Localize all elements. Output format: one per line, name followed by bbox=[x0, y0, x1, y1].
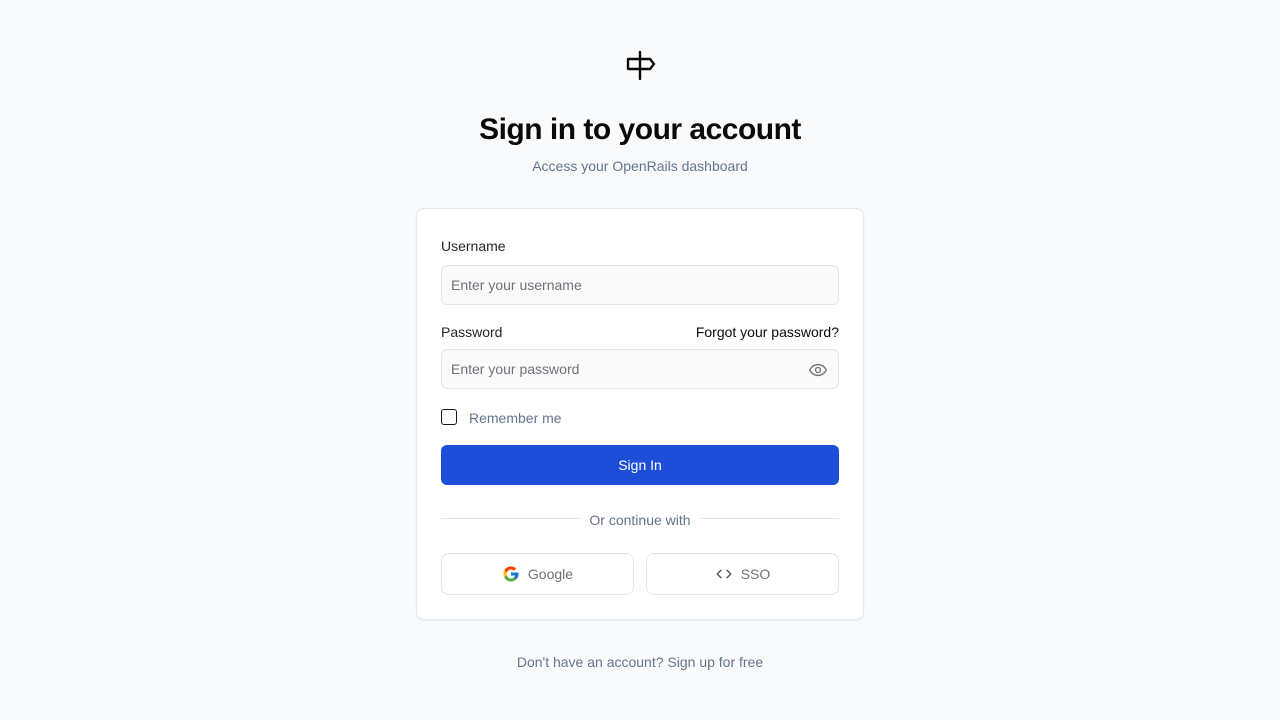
divider-text: Or continue with bbox=[589, 512, 691, 528]
remember-me-label[interactable]: Remember me bbox=[469, 409, 562, 427]
eye-icon[interactable] bbox=[808, 360, 828, 380]
username-label: Username bbox=[441, 238, 506, 254]
signup-prompt: Don't have an account? Sign up for free bbox=[0, 653, 1280, 671]
username-input[interactable] bbox=[441, 265, 839, 305]
page-subtitle: Access your OpenRails dashboard bbox=[532, 158, 748, 174]
code-icon bbox=[716, 569, 732, 579]
google-button[interactable]: Google bbox=[441, 553, 634, 595]
remember-me-checkbox[interactable] bbox=[441, 409, 457, 425]
sso-button-label: SSO bbox=[740, 566, 771, 582]
page-title: Sign in to your account bbox=[479, 113, 801, 146]
password-label: Password bbox=[441, 324, 503, 340]
signpost-icon bbox=[626, 50, 656, 81]
signup-prompt-text: Don't have an account? bbox=[516, 654, 664, 670]
google-icon bbox=[503, 566, 519, 582]
forgot-password-link[interactable]: Forgot your password? bbox=[696, 323, 839, 341]
login-card: Username Password Forgot your password? … bbox=[416, 208, 864, 620]
sign-in-button[interactable]: Sign In bbox=[441, 445, 839, 485]
signup-link[interactable]: Sign up for free bbox=[667, 654, 763, 670]
divider-line-right bbox=[700, 518, 839, 519]
password-input[interactable] bbox=[441, 349, 839, 389]
google-button-label: Google bbox=[527, 566, 574, 582]
sso-button[interactable]: SSO bbox=[646, 553, 839, 595]
